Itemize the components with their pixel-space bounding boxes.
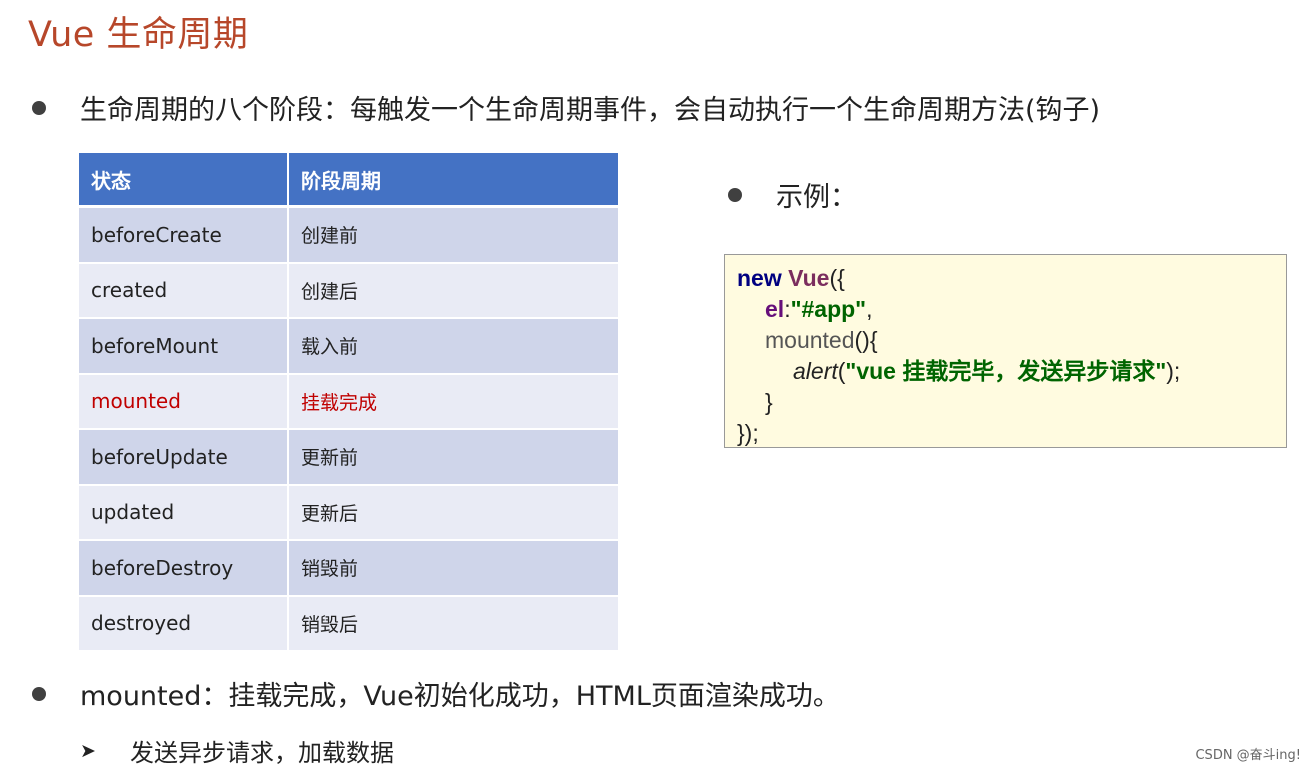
- code-string-alert: "vue 挂载完毕，发送异步请求": [845, 358, 1167, 384]
- code-fn-mounted: mounted: [765, 327, 855, 353]
- table-row: beforeMount 载入前: [79, 319, 618, 375]
- table-row: updated 更新后: [79, 485, 618, 541]
- table-row: beforeCreate 创建前: [79, 208, 618, 264]
- bullet-example: 示例：: [728, 175, 857, 214]
- code-keyword-new: new: [737, 265, 782, 291]
- bullet-mounted: mounted：挂载完成，Vue初始化成功，HTML页面渲染成功。: [32, 674, 840, 713]
- lifecycle-table: 状态 阶段周期 beforeCreate 创建前 created 创建后 beforeM…: [79, 153, 618, 652]
- bullet-dot-icon: [32, 100, 46, 115]
- cell-phase: 载入前: [289, 319, 618, 375]
- code-fn-alert: alert: [793, 358, 838, 384]
- table-row: destroyed 销毁后: [79, 596, 618, 652]
- bullet-lifecycle-stages: 生命周期的八个阶段：每触发一个生命周期事件，会自动执行一个生命周期方法(钩子): [32, 88, 1100, 127]
- cell-state: beforeCreate: [79, 208, 289, 264]
- arrow-bullet-icon: ➤: [80, 739, 96, 762]
- bullet-text: 生命周期的八个阶段：每触发一个生命周期事件，会自动执行一个生命周期方法(钩子): [80, 95, 1101, 126]
- table-body: beforeCreate 创建前 created 创建后 beforeMount 载入前 m…: [79, 208, 618, 652]
- page-title: Vue 生命周期: [28, 15, 249, 55]
- table-row: mounted 挂载完成: [79, 374, 618, 430]
- column-header-state: 状态: [79, 153, 289, 208]
- code-line-2: el:"#app",: [737, 294, 1274, 325]
- code-line-1: new Vue({: [737, 263, 1274, 294]
- cell-phase: 更新后: [289, 485, 618, 541]
- cell-state: beforeDestroy: [79, 541, 289, 597]
- cell-state: created: [79, 263, 289, 319]
- slide: Vue 生命周期 生命周期的八个阶段：每触发一个生命周期事件，会自动执行一个生命…: [0, 0, 1315, 773]
- cell-phase: 销毁后: [289, 596, 618, 652]
- table-row: beforeDestroy 销毁前: [79, 541, 618, 597]
- code-punct: }: [765, 389, 773, 415]
- code-line-3: mounted(){: [737, 325, 1274, 356]
- table-row: created 创建后: [79, 263, 618, 319]
- code-key-el: el: [765, 296, 785, 322]
- bullet-text: mounted：挂载完成，Vue初始化成功，HTML页面渲染成功。: [80, 681, 840, 712]
- bullet-dot-icon: [728, 187, 742, 202]
- cell-phase: 更新前: [289, 430, 618, 486]
- code-string-app: "#app": [790, 296, 867, 322]
- cell-state: beforeMount: [79, 319, 289, 375]
- code-line-4: alert("vue 挂载完毕，发送异步请求");: [737, 356, 1274, 387]
- sub-bullet-text: 发送异步请求，加载数据: [130, 739, 394, 767]
- cell-state: mounted: [79, 374, 289, 430]
- cell-phase: 挂载完成: [289, 374, 618, 430]
- code-punct: });: [737, 420, 759, 446]
- table-header-row: 状态 阶段周期: [79, 153, 618, 208]
- cell-state: updated: [79, 485, 289, 541]
- sub-bullet-async: ➤ 发送异步请求，加载数据: [80, 733, 394, 768]
- code-line-5: }: [737, 387, 1274, 418]
- column-header-phase: 阶段周期: [289, 153, 618, 208]
- code-punct: (){: [854, 327, 878, 353]
- cell-phase: 创建后: [289, 263, 618, 319]
- table-row: beforeUpdate 更新前: [79, 430, 618, 486]
- cell-phase: 销毁前: [289, 541, 618, 597]
- watermark: CSDN @奋斗ing!: [1195, 748, 1301, 763]
- cell-phase: 创建前: [289, 208, 618, 264]
- code-punct: ({: [829, 265, 845, 291]
- code-punct: ,: [866, 296, 873, 322]
- example-label: 示例：: [776, 182, 857, 213]
- cell-state: beforeUpdate: [79, 430, 289, 486]
- code-line-6: });: [737, 418, 1274, 449]
- bullet-dot-icon: [32, 686, 46, 701]
- code-example-box: new Vue({ el:"#app", mounted(){ alert("v…: [724, 254, 1287, 448]
- cell-state: destroyed: [79, 596, 289, 652]
- code-punct: );: [1166, 358, 1181, 384]
- code-keyword-vue: Vue: [788, 265, 830, 291]
